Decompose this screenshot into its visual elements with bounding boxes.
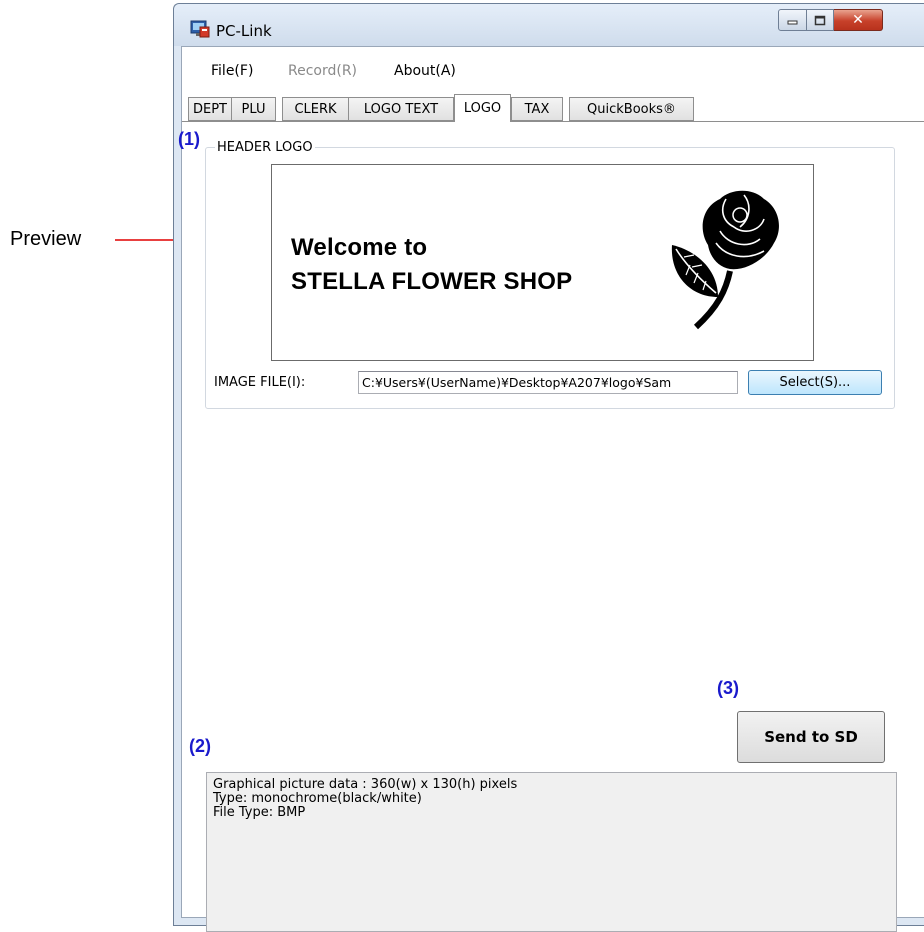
window-controls: ✕ [778, 9, 883, 31]
close-icon: ✕ [852, 12, 864, 28]
preview-line-2: STELLA FLOWER SHOP [291, 268, 573, 295]
maximize-button[interactable] [807, 9, 834, 31]
preview-annotation-label: Preview [10, 228, 82, 250]
close-button[interactable]: ✕ [834, 9, 883, 31]
info-line-dimensions: Graphical picture data : 360(w) x 130(h)… [213, 777, 518, 792]
pc-link-app-icon [190, 20, 210, 38]
select-image-button[interactable]: Select(S)... [748, 370, 882, 395]
callout-2: (2) [189, 736, 211, 756]
window-title: PC-Link [216, 22, 272, 40]
client-area: File(F) Record(R) About(A) DEPT PLU CLER… [181, 46, 924, 932]
preview-line-1: Welcome to [291, 234, 428, 261]
menu-file[interactable]: File(F) [211, 63, 253, 79]
menu-record[interactable]: Record(R) [288, 63, 357, 79]
minimize-button[interactable] [778, 9, 807, 31]
info-line-file-type: File Type: BMP [213, 805, 306, 820]
tab-quickbooks[interactable]: QuickBooks® [569, 97, 694, 121]
image-file-path-input[interactable]: C:¥Users¥(UserName)¥Desktop¥A207¥logo¥Sa… [358, 371, 738, 394]
tab-dept[interactable]: DEPT [188, 97, 232, 121]
send-to-sd-button[interactable]: Send to SD [737, 711, 885, 763]
callout-3: (3) [717, 678, 739, 698]
image-file-label: IMAGE FILE(I): [214, 375, 306, 390]
tab-logo-text[interactable]: LOGO TEXT [348, 97, 454, 121]
logo-preview: Welcome to STELLA FLOWER SHOP [271, 164, 814, 361]
pc-link-window: PC-Link ✕ File(F) Record(R) About(A) DEP… [173, 3, 924, 932]
header-logo-group-title: HEADER LOGO [215, 140, 315, 155]
tab-logo[interactable]: LOGO [454, 94, 511, 122]
minimize-icon [787, 20, 797, 25]
image-info-box: Graphical picture data : 360(w) x 130(h)… [206, 772, 897, 932]
tab-clerk[interactable]: CLERK [282, 97, 349, 121]
tab-tax[interactable]: TAX [511, 97, 563, 121]
menu-about[interactable]: About(A) [394, 63, 456, 79]
info-line-type: Type: monochrome(black/white) [213, 791, 422, 806]
callout-1: (1) [178, 129, 200, 149]
maximize-icon [814, 15, 826, 25]
tab-plu[interactable]: PLU [231, 97, 276, 121]
rose-icon [671, 190, 779, 330]
menu-bar: File(F) Record(R) About(A) [182, 47, 924, 97]
title-bar[interactable]: PC-Link ✕ [174, 4, 924, 46]
